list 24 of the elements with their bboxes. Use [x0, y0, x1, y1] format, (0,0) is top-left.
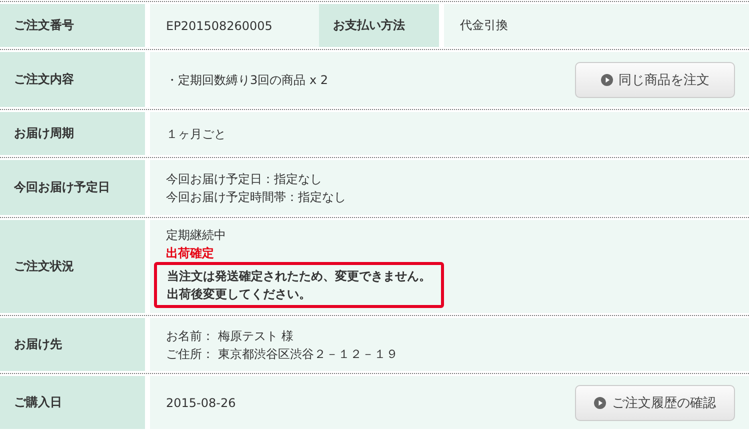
row-label: ご注文番号 [0, 4, 145, 47]
action-button[interactable]: 同じ商品を注文 [575, 62, 735, 98]
row-label: お届け先 [0, 318, 145, 371]
play-icon [600, 74, 612, 86]
status-label: 出荷確定 [166, 244, 214, 262]
row-label: 今回お届け予定日 [0, 160, 145, 215]
value-text: 今回お届け予定日：指定なし [166, 170, 322, 188]
value-text: １ヶ月ごと [166, 126, 226, 142]
notice-box: 当注文は発送確定されたため、変更できません。 出荷後変更してください。 [154, 262, 444, 308]
action-button[interactable]: ご注文履歴の確認 [575, 384, 735, 420]
row-label: お届け周期 [0, 112, 145, 155]
row-label: お支払い方法 [319, 4, 439, 47]
value-text: 定期継続中 [166, 226, 226, 244]
row-label: ご注文内容 [0, 52, 145, 107]
play-icon [594, 396, 606, 408]
value-text: 2015-08-26 [166, 394, 236, 412]
value-text: ・定期回数縛り3回の商品 x 2 [166, 72, 328, 88]
row-label: ご購入日 [0, 376, 145, 429]
row-label: ご注文状況 [0, 220, 145, 313]
order-number: EP201508260005 [166, 18, 272, 32]
value-text: 今回お届け予定時間帯：指定なし [166, 188, 346, 206]
value-text: お名前： 梅原テスト 様 [166, 328, 294, 344]
value-text: ご住所： 東京都渋谷区渋谷２－１２－１９ [166, 346, 398, 362]
payment-method: 代金引換 [460, 17, 508, 34]
